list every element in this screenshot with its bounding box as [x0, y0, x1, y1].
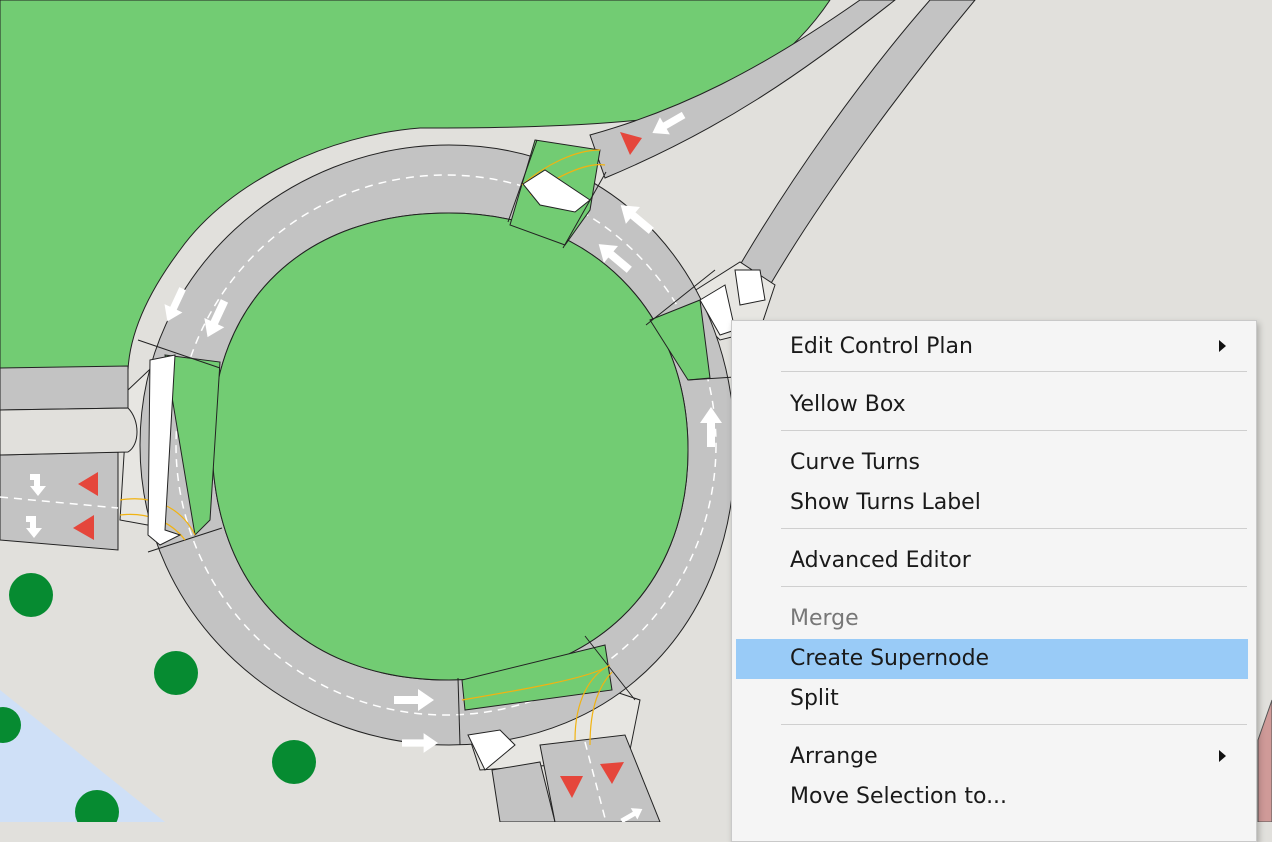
menu-item-label: Split — [790, 686, 839, 711]
menu-item-edit-control-plan[interactable]: Edit Control Plan — [736, 327, 1248, 367]
menu-separator — [781, 371, 1247, 372]
tree — [154, 651, 198, 695]
menu-item-label: Show Turns Label — [790, 490, 981, 515]
menu-item-yellow-box[interactable]: Yellow Box — [736, 385, 1248, 425]
menu-item-label: Merge — [790, 606, 859, 631]
road-west-median — [0, 407, 138, 456]
menu-item-label: Arrange — [790, 744, 878, 769]
tree — [9, 573, 53, 617]
menu-item-move-selection[interactable]: Move Selection to... — [736, 777, 1248, 817]
menu-separator — [781, 430, 1247, 431]
menu-separator — [781, 724, 1247, 725]
menu-item-label: Yellow Box — [790, 392, 906, 417]
menu-item-label: Edit Control Plan — [790, 334, 973, 359]
menu-item-label: Create Supernode — [790, 646, 990, 671]
central-island — [211, 212, 689, 681]
building-strip — [1257, 699, 1272, 822]
menu-item-show-turns-label[interactable]: Show Turns Label — [736, 483, 1248, 523]
road-west-upper — [0, 365, 129, 411]
menu-item-create-supernode[interactable]: Create Supernode — [736, 639, 1248, 679]
menu-item-split[interactable]: Split — [736, 679, 1248, 719]
submenu-arrow-icon — [1219, 340, 1226, 352]
road-south-entry — [539, 734, 661, 822]
menu-item-label: Advanced Editor — [790, 548, 971, 573]
road-west — [0, 451, 119, 551]
menu-item-curve-turns[interactable]: Curve Turns — [736, 443, 1248, 483]
menu-item-label: Curve Turns — [790, 450, 921, 475]
menu-item-advanced-editor[interactable]: Advanced Editor — [736, 541, 1248, 581]
menu-item-label: Move Selection to... — [790, 784, 1008, 809]
context-menu: Edit Control Plan Yellow Box Curve Turns… — [731, 320, 1257, 842]
submenu-arrow-icon — [1219, 750, 1226, 762]
menu-separator — [781, 586, 1247, 587]
menu-item-arrange[interactable]: Arrange — [736, 737, 1248, 777]
tree — [272, 740, 316, 784]
menu-item-merge: Merge — [736, 599, 1248, 639]
menu-separator — [781, 528, 1247, 529]
